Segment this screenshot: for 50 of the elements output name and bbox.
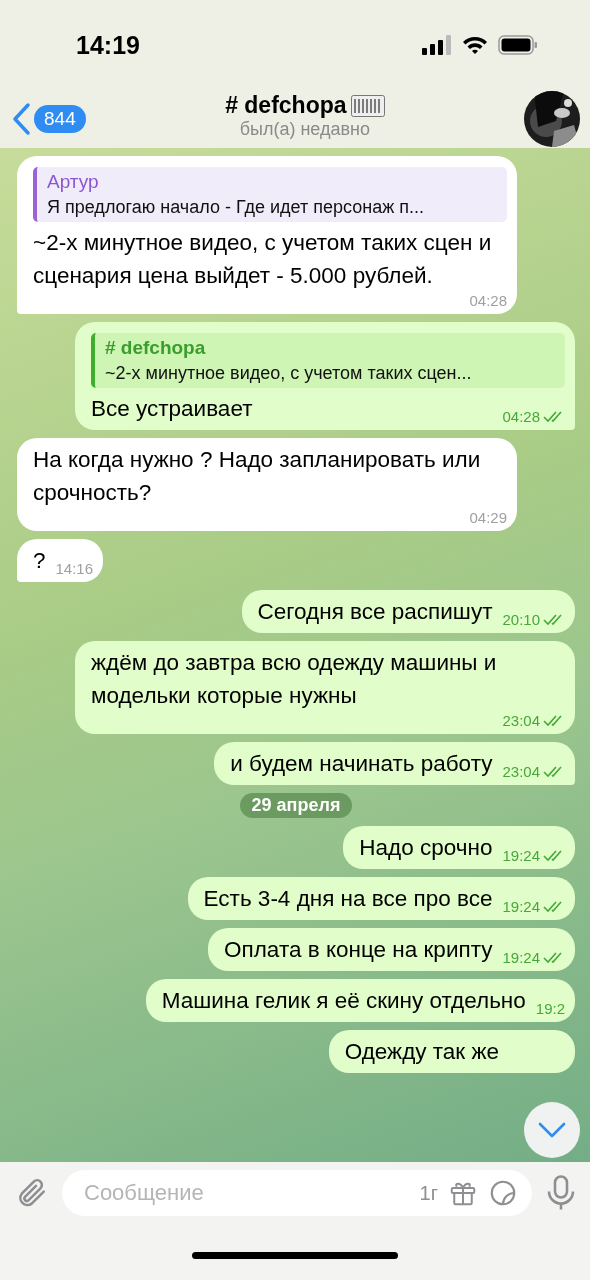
status-time: 14:19 — [76, 30, 140, 60]
message-text: ждём до завтра всю одежду машины и модельки которые нужны — [91, 649, 498, 710]
double-check-icon — [543, 900, 565, 913]
message-text: Одежду так же — [344, 1038, 499, 1066]
message-text: Все устраивает — [91, 395, 253, 423]
sticker-icon[interactable] — [488, 1178, 518, 1208]
reply-quote[interactable]: Артур Я предлогаю начало - Где идет персонаж п... — [33, 167, 507, 222]
signal-icon — [422, 35, 452, 55]
reply-author: # defchopa — [105, 336, 207, 360]
message-text: Сегодня все распишут — [257, 598, 493, 626]
date-separator: 29 апреля — [239, 793, 353, 818]
message-text: На когда нужно ? Надо запланировать или срочность? — [33, 446, 482, 507]
message-time: 04:28 — [502, 408, 540, 425]
message-text: Надо срочно — [359, 834, 493, 862]
reply-text: Я предлогаю начало - Где идет персонаж п... — [47, 196, 425, 219]
message-text: ? — [33, 547, 46, 575]
message-text: Есть 3-4 дня на все про все — [203, 885, 493, 913]
message-time: 14:16 — [55, 560, 94, 577]
message-time: 19:24 — [502, 847, 540, 864]
wifi-icon — [462, 35, 488, 55]
reply-author: Артур — [47, 170, 100, 194]
chevron-down-icon — [537, 1121, 567, 1139]
message-time: 23:04 — [502, 763, 540, 780]
double-check-icon — [543, 714, 565, 727]
last-seen: был(а) недавно — [239, 119, 370, 140]
double-check-icon — [543, 951, 565, 964]
battery-icon — [498, 35, 538, 55]
chat-title[interactable]: # defchopa — [225, 92, 347, 119]
message-time: 04:29 — [469, 509, 507, 526]
reply-quote[interactable]: # defchopa ~2-х минутное видео, с учетом таких сцен... — [91, 333, 565, 388]
scroll-down-button[interactable] — [524, 1102, 580, 1158]
message-time: 19:2 — [535, 1000, 565, 1017]
double-check-icon — [543, 613, 565, 626]
double-check-icon — [543, 849, 565, 862]
double-check-icon — [543, 765, 565, 778]
emoji-status-icon — [350, 94, 385, 117]
chevron-left-icon — [12, 102, 32, 136]
message-time: 19:24 — [502, 898, 540, 915]
reply-text: ~2-х минутное видео, с учетом таких сцен... — [105, 362, 473, 385]
message-time: 20:10 — [502, 611, 540, 628]
microphone-icon[interactable] — [546, 1175, 576, 1211]
message-text: Оплата в конце на крипту — [224, 936, 493, 964]
message-text: Машина гелик я её скину отдельно — [161, 987, 526, 1015]
message-text: ~2-х минутное видео, с учетом таких сцен и сценария цена выйдет - 5.000 рублей. — [33, 229, 493, 290]
message-text: и будем начинать работу — [230, 750, 493, 778]
message-time: 04:28 — [469, 292, 507, 309]
double-check-icon — [543, 410, 565, 423]
message-time: 23:04 — [502, 712, 540, 729]
message-time: 19:24 — [502, 949, 540, 966]
unread-count: 844 — [34, 105, 86, 133]
